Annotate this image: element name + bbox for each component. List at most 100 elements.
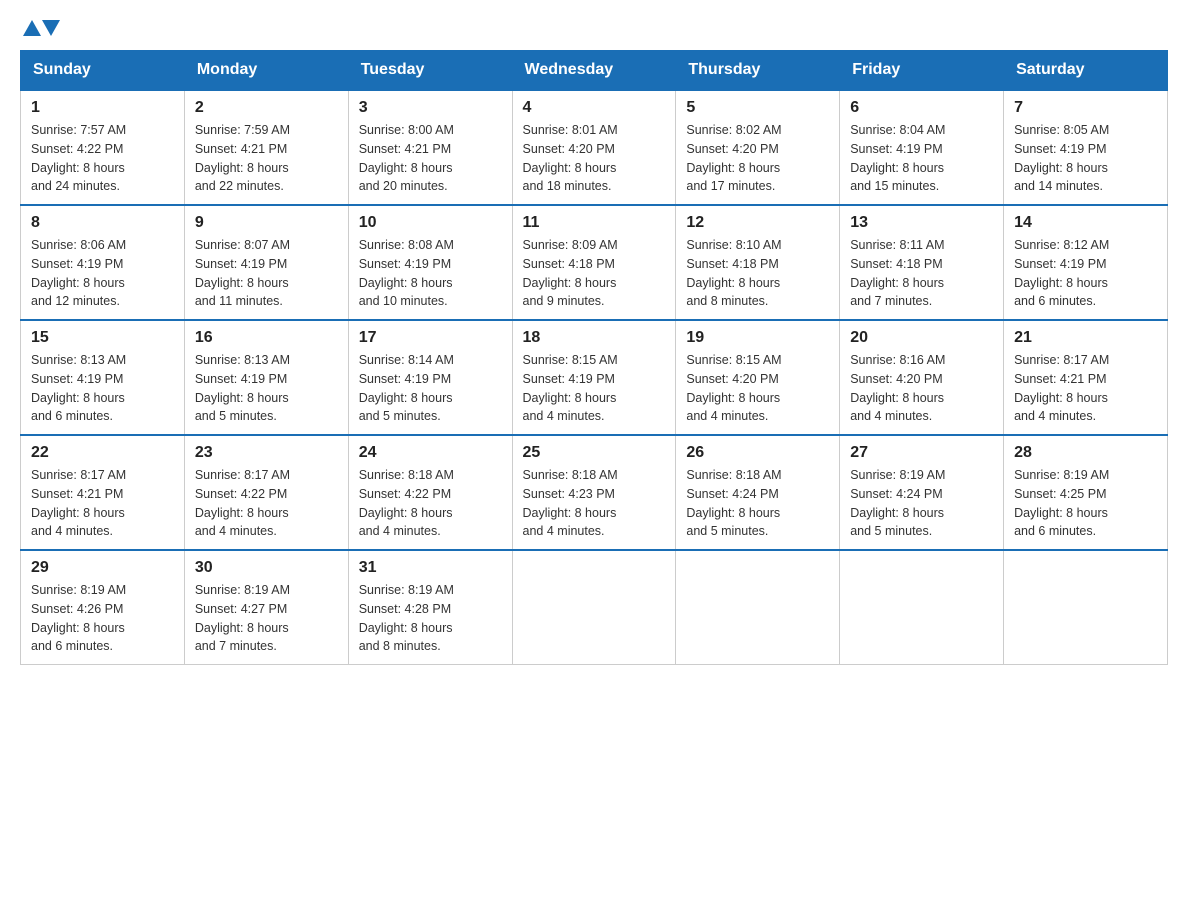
calendar-cell: 5 Sunrise: 8:02 AMSunset: 4:20 PMDayligh… [676, 90, 840, 205]
day-info: Sunrise: 8:17 AMSunset: 4:22 PMDaylight:… [195, 468, 290, 538]
calendar-cell: 28 Sunrise: 8:19 AMSunset: 4:25 PMDaylig… [1004, 435, 1168, 550]
calendar-cell: 23 Sunrise: 8:17 AMSunset: 4:22 PMDaylig… [184, 435, 348, 550]
day-info: Sunrise: 8:07 AMSunset: 4:19 PMDaylight:… [195, 238, 290, 308]
day-number: 4 [523, 99, 666, 117]
day-number: 7 [1014, 99, 1157, 117]
day-number: 20 [850, 329, 993, 347]
col-header-thursday: Thursday [676, 51, 840, 91]
day-info: Sunrise: 8:15 AMSunset: 4:20 PMDaylight:… [686, 353, 781, 423]
day-info: Sunrise: 8:14 AMSunset: 4:19 PMDaylight:… [359, 353, 454, 423]
calendar-cell: 8 Sunrise: 8:06 AMSunset: 4:19 PMDayligh… [21, 205, 185, 320]
calendar-cell: 17 Sunrise: 8:14 AMSunset: 4:19 PMDaylig… [348, 320, 512, 435]
calendar-cell: 29 Sunrise: 8:19 AMSunset: 4:26 PMDaylig… [21, 550, 185, 665]
day-number: 23 [195, 444, 338, 462]
day-info: Sunrise: 8:06 AMSunset: 4:19 PMDaylight:… [31, 238, 126, 308]
col-header-sunday: Sunday [21, 51, 185, 91]
calendar-cell: 24 Sunrise: 8:18 AMSunset: 4:22 PMDaylig… [348, 435, 512, 550]
calendar-cell: 30 Sunrise: 8:19 AMSunset: 4:27 PMDaylig… [184, 550, 348, 665]
day-number: 14 [1014, 214, 1157, 232]
day-info: Sunrise: 8:12 AMSunset: 4:19 PMDaylight:… [1014, 238, 1109, 308]
day-info: Sunrise: 8:19 AMSunset: 4:24 PMDaylight:… [850, 468, 945, 538]
day-number: 11 [523, 214, 666, 232]
day-info: Sunrise: 8:11 AMSunset: 4:18 PMDaylight:… [850, 238, 944, 308]
calendar-cell: 16 Sunrise: 8:13 AMSunset: 4:19 PMDaylig… [184, 320, 348, 435]
triangle-up-icon [23, 20, 41, 36]
calendar-cell [512, 550, 676, 665]
day-number: 18 [523, 329, 666, 347]
calendar-cell: 26 Sunrise: 8:18 AMSunset: 4:24 PMDaylig… [676, 435, 840, 550]
calendar-cell: 10 Sunrise: 8:08 AMSunset: 4:19 PMDaylig… [348, 205, 512, 320]
calendar-cell: 20 Sunrise: 8:16 AMSunset: 4:20 PMDaylig… [840, 320, 1004, 435]
calendar-cell: 14 Sunrise: 8:12 AMSunset: 4:19 PMDaylig… [1004, 205, 1168, 320]
day-number: 5 [686, 99, 829, 117]
day-info: Sunrise: 8:18 AMSunset: 4:23 PMDaylight:… [523, 468, 618, 538]
day-number: 12 [686, 214, 829, 232]
day-info: Sunrise: 8:01 AMSunset: 4:20 PMDaylight:… [523, 123, 618, 193]
day-info: Sunrise: 8:02 AMSunset: 4:20 PMDaylight:… [686, 123, 781, 193]
day-info: Sunrise: 8:19 AMSunset: 4:25 PMDaylight:… [1014, 468, 1109, 538]
col-header-saturday: Saturday [1004, 51, 1168, 91]
calendar-cell: 25 Sunrise: 8:18 AMSunset: 4:23 PMDaylig… [512, 435, 676, 550]
calendar-cell: 12 Sunrise: 8:10 AMSunset: 4:18 PMDaylig… [676, 205, 840, 320]
day-info: Sunrise: 8:19 AMSunset: 4:28 PMDaylight:… [359, 583, 454, 653]
calendar-week-row: 29 Sunrise: 8:19 AMSunset: 4:26 PMDaylig… [21, 550, 1168, 665]
day-number: 25 [523, 444, 666, 462]
calendar-week-row: 1 Sunrise: 7:57 AMSunset: 4:22 PMDayligh… [21, 90, 1168, 205]
calendar-cell: 21 Sunrise: 8:17 AMSunset: 4:21 PMDaylig… [1004, 320, 1168, 435]
calendar-cell: 1 Sunrise: 7:57 AMSunset: 4:22 PMDayligh… [21, 90, 185, 205]
day-info: Sunrise: 8:18 AMSunset: 4:22 PMDaylight:… [359, 468, 454, 538]
day-number: 1 [31, 99, 174, 117]
day-info: Sunrise: 8:19 AMSunset: 4:26 PMDaylight:… [31, 583, 126, 653]
day-number: 15 [31, 329, 174, 347]
day-number: 10 [359, 214, 502, 232]
calendar-cell: 18 Sunrise: 8:15 AMSunset: 4:19 PMDaylig… [512, 320, 676, 435]
col-header-monday: Monday [184, 51, 348, 91]
day-number: 2 [195, 99, 338, 117]
calendar-header-row: SundayMondayTuesdayWednesdayThursdayFrid… [21, 51, 1168, 91]
calendar-cell [676, 550, 840, 665]
calendar-cell: 4 Sunrise: 8:01 AMSunset: 4:20 PMDayligh… [512, 90, 676, 205]
day-number: 26 [686, 444, 829, 462]
col-header-friday: Friday [840, 51, 1004, 91]
day-number: 3 [359, 99, 502, 117]
day-info: Sunrise: 7:57 AMSunset: 4:22 PMDaylight:… [31, 123, 126, 193]
day-info: Sunrise: 8:00 AMSunset: 4:21 PMDaylight:… [359, 123, 454, 193]
calendar-cell: 7 Sunrise: 8:05 AMSunset: 4:19 PMDayligh… [1004, 90, 1168, 205]
day-number: 16 [195, 329, 338, 347]
calendar-cell: 27 Sunrise: 8:19 AMSunset: 4:24 PMDaylig… [840, 435, 1004, 550]
day-info: Sunrise: 8:15 AMSunset: 4:19 PMDaylight:… [523, 353, 618, 423]
day-number: 30 [195, 559, 338, 577]
day-info: Sunrise: 8:09 AMSunset: 4:18 PMDaylight:… [523, 238, 618, 308]
day-number: 8 [31, 214, 174, 232]
calendar-cell: 6 Sunrise: 8:04 AMSunset: 4:19 PMDayligh… [840, 90, 1004, 205]
day-number: 28 [1014, 444, 1157, 462]
day-info: Sunrise: 8:10 AMSunset: 4:18 PMDaylight:… [686, 238, 781, 308]
logo [20, 20, 60, 34]
day-number: 6 [850, 99, 993, 117]
day-info: Sunrise: 8:16 AMSunset: 4:20 PMDaylight:… [850, 353, 945, 423]
col-header-tuesday: Tuesday [348, 51, 512, 91]
day-number: 13 [850, 214, 993, 232]
day-info: Sunrise: 8:18 AMSunset: 4:24 PMDaylight:… [686, 468, 781, 538]
calendar-cell: 15 Sunrise: 8:13 AMSunset: 4:19 PMDaylig… [21, 320, 185, 435]
day-info: Sunrise: 8:04 AMSunset: 4:19 PMDaylight:… [850, 123, 945, 193]
calendar-cell: 9 Sunrise: 8:07 AMSunset: 4:19 PMDayligh… [184, 205, 348, 320]
calendar-week-row: 8 Sunrise: 8:06 AMSunset: 4:19 PMDayligh… [21, 205, 1168, 320]
day-info: Sunrise: 7:59 AMSunset: 4:21 PMDaylight:… [195, 123, 290, 193]
day-number: 17 [359, 329, 502, 347]
page-header [20, 20, 1168, 34]
day-number: 9 [195, 214, 338, 232]
calendar-cell: 31 Sunrise: 8:19 AMSunset: 4:28 PMDaylig… [348, 550, 512, 665]
day-info: Sunrise: 8:17 AMSunset: 4:21 PMDaylight:… [1014, 353, 1109, 423]
calendar-table: SundayMondayTuesdayWednesdayThursdayFrid… [20, 50, 1168, 665]
calendar-cell: 19 Sunrise: 8:15 AMSunset: 4:20 PMDaylig… [676, 320, 840, 435]
logo-icon [23, 20, 60, 36]
day-number: 24 [359, 444, 502, 462]
calendar-week-row: 22 Sunrise: 8:17 AMSunset: 4:21 PMDaylig… [21, 435, 1168, 550]
day-info: Sunrise: 8:17 AMSunset: 4:21 PMDaylight:… [31, 468, 126, 538]
day-info: Sunrise: 8:19 AMSunset: 4:27 PMDaylight:… [195, 583, 290, 653]
calendar-cell: 22 Sunrise: 8:17 AMSunset: 4:21 PMDaylig… [21, 435, 185, 550]
calendar-cell: 11 Sunrise: 8:09 AMSunset: 4:18 PMDaylig… [512, 205, 676, 320]
day-info: Sunrise: 8:13 AMSunset: 4:19 PMDaylight:… [195, 353, 290, 423]
day-number: 22 [31, 444, 174, 462]
